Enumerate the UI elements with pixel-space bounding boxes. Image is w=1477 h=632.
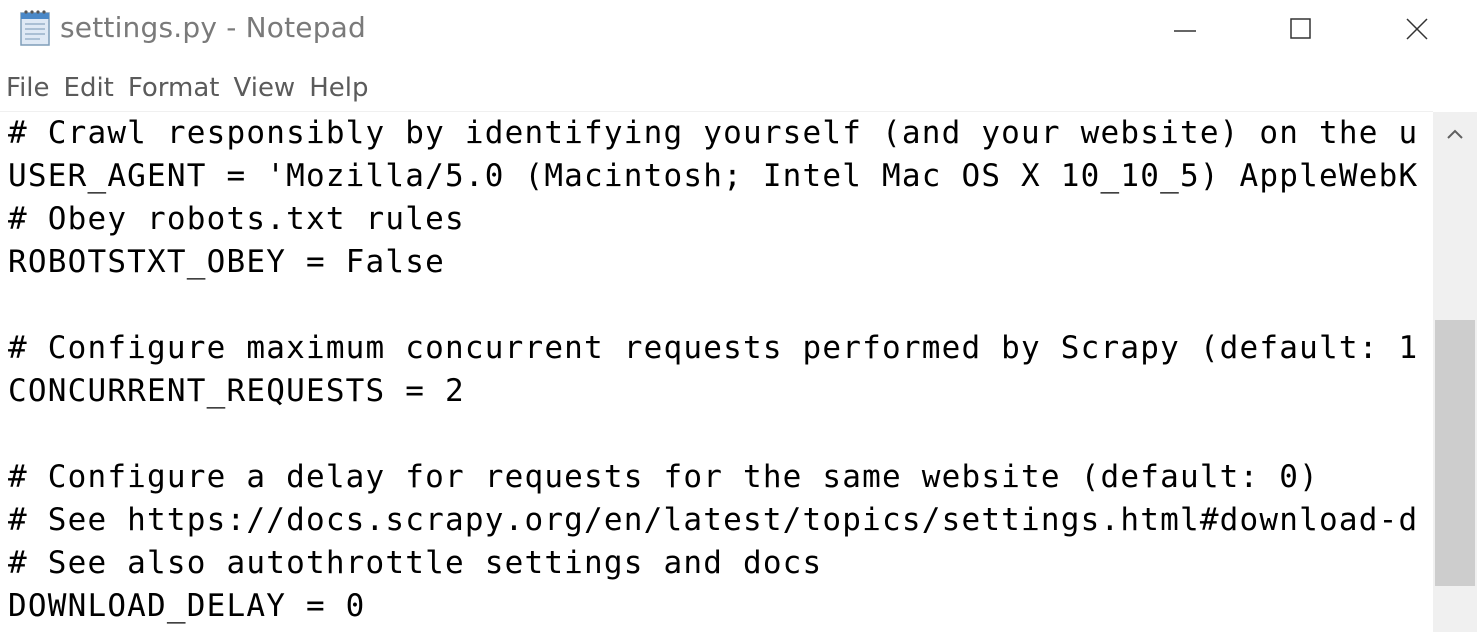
chevron-up-icon xyxy=(1447,129,1463,139)
scroll-up-button[interactable] xyxy=(1433,112,1477,156)
vertical-scrollbar[interactable] xyxy=(1433,112,1477,632)
code-line: # Crawl responsibly by identifying yours… xyxy=(8,115,1419,151)
notepad-icon xyxy=(20,10,50,46)
code-line: DOWNLOAD_DELAY = 0 xyxy=(8,588,366,624)
code-line: # See https://docs.scrapy.org/en/latest/… xyxy=(8,502,1419,538)
scrollbar-thumb[interactable] xyxy=(1435,320,1475,586)
title-bar[interactable]: settings.py - Notepad xyxy=(0,0,1477,58)
menu-view[interactable]: View xyxy=(227,73,303,103)
menu-bar: File Edit Format View Help xyxy=(0,68,1477,108)
minimize-button[interactable] xyxy=(1127,0,1243,58)
notepad-window: settings.py - Notepad File Edit Format V… xyxy=(0,0,1477,632)
code-line: # Configure a delay for requests for the… xyxy=(8,459,1319,495)
menu-edit[interactable]: Edit xyxy=(57,73,121,103)
text-editor[interactable]: # Crawl responsibly by identifying yours… xyxy=(0,112,1433,632)
code-line: CONCURRENT_REQUESTS = 2 xyxy=(8,373,465,409)
maximize-button[interactable] xyxy=(1243,0,1359,58)
code-line: ROBOTSTXT_OBEY = False xyxy=(8,244,445,280)
menu-help[interactable]: Help xyxy=(302,73,375,103)
minimize-icon xyxy=(1174,30,1196,32)
menu-format[interactable]: Format xyxy=(121,73,227,103)
close-icon xyxy=(1406,18,1428,40)
code-line: USER_AGENT = 'Mozilla/5.0 (Macintosh; In… xyxy=(8,158,1419,194)
window-title: settings.py - Notepad xyxy=(60,11,366,44)
maximize-icon xyxy=(1290,18,1311,39)
code-line: # Obey robots.txt rules xyxy=(8,201,465,237)
menu-file[interactable]: File xyxy=(0,73,57,103)
code-line: # See also autothrottle settings and doc… xyxy=(8,545,823,581)
code-line: # Configure maximum concurrent requests … xyxy=(8,330,1419,366)
close-button[interactable] xyxy=(1359,0,1475,58)
